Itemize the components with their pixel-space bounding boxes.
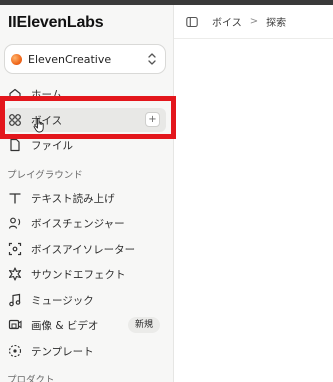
chevron-up-down-icon	[148, 53, 156, 65]
sidebar-item-label: ボイスチェンジャー	[31, 217, 125, 230]
sidebar-item-voice-isolator[interactable]: ボイスアイソレーター	[4, 237, 166, 261]
voice-isolator-icon	[8, 242, 22, 256]
breadcrumb: ボイス > 探索	[186, 14, 286, 29]
breadcrumb-current: 探索	[266, 18, 287, 29]
sidebar-item-label: サウンドエフェクト	[31, 268, 126, 281]
sidebar-item-music[interactable]: ミュージック	[4, 288, 166, 312]
sidebar-item-text-to-speech[interactable]: テキスト読み上げ	[4, 186, 166, 210]
main-content: ボイス > 探索	[174, 5, 333, 382]
section-label-playground: プレイグラウンド	[7, 170, 83, 181]
templates-icon	[8, 344, 22, 358]
workspace-avatar	[11, 53, 22, 65]
voices-icon	[8, 113, 22, 127]
sidebar-item-label: 画像 & ビデオ	[31, 319, 99, 332]
sidebar-item-home[interactable]: ホーム	[4, 82, 166, 106]
image-video-icon	[8, 318, 22, 332]
sidebar-item-label: ホーム	[31, 88, 63, 101]
text-to-speech-icon	[8, 191, 22, 205]
home-icon	[8, 87, 22, 101]
app-logo[interactable]: IIElevenLabs	[8, 14, 104, 32]
sidebar-item-templates[interactable]: テンプレート	[4, 339, 166, 363]
sidebar-item-sound-effects[interactable]: サウンドエフェクト	[4, 262, 166, 286]
sidebar-item-files[interactable]: ファイル	[4, 133, 166, 157]
breadcrumb-separator: >	[249, 16, 259, 27]
sidebar: IIElevenLabs ElevenCreative ホーム ボイス + ファ…	[0, 5, 174, 382]
sidebar-item-voice-changer[interactable]: ボイスチェンジャー	[4, 211, 166, 235]
sidebar-item-label: ファイル	[31, 139, 73, 152]
sidebar-item-image-video[interactable]: 画像 & ビデオ 新規	[4, 313, 166, 337]
breadcrumb-parent[interactable]: ボイス	[212, 14, 242, 29]
sidebar-item-voices[interactable]: ボイス +	[4, 108, 166, 132]
sidebar-item-label: テンプレート	[31, 345, 94, 358]
sound-effects-icon	[8, 267, 22, 281]
sidebar-toggle-icon[interactable]	[186, 16, 198, 28]
voice-changer-icon	[8, 216, 22, 230]
new-badge: 新規	[127, 317, 160, 333]
add-voice-button[interactable]: +	[145, 112, 160, 127]
file-icon	[8, 138, 22, 152]
hand-cursor-icon	[33, 118, 44, 133]
sidebar-item-label: ミュージック	[31, 294, 94, 307]
workspace-name: ElevenCreative	[28, 52, 112, 66]
sidebar-item-label: ボイスアイソレーター	[31, 243, 136, 256]
header-divider	[174, 38, 333, 39]
music-icon	[8, 293, 22, 307]
section-label-products: プロダクト	[7, 375, 55, 382]
workspace-switcher[interactable]: ElevenCreative	[4, 44, 166, 74]
sidebar-item-label: テキスト読み上げ	[31, 192, 115, 205]
